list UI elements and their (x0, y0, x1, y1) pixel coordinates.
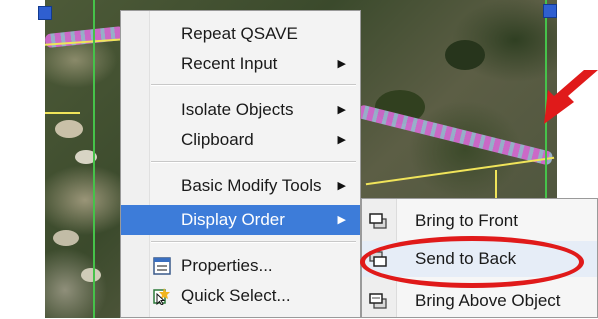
menu-item-label: Basic Modify Tools (181, 176, 322, 195)
rooftop (81, 268, 101, 282)
annotation-ellipse (360, 236, 584, 288)
menu-item-label: Quick Select... (181, 286, 291, 305)
menu-item-clipboard[interactable]: Clipboard ▶ (121, 125, 360, 155)
submenu-arrow-icon: ▶ (337, 180, 346, 192)
road-hatch (356, 104, 554, 166)
submenu-arrow-icon: ▶ (337, 104, 346, 116)
menu-item-label: Clipboard (181, 130, 254, 149)
rooftop (55, 120, 83, 138)
menu-item-label: Recent Input (181, 54, 278, 73)
red-arrow (544, 70, 598, 124)
bring-to-front-icon (369, 213, 387, 229)
menu-item-label: Isolate Objects (181, 100, 294, 119)
menu-separator (151, 84, 356, 86)
menu-item-isolate-objects[interactable]: Isolate Objects ▶ (121, 95, 360, 125)
quick-select-icon (153, 288, 170, 305)
yellow-polyline (45, 112, 80, 114)
submenu-item-label: Bring to Front (415, 211, 518, 230)
menu-item-quick-select[interactable]: Quick Select... (121, 281, 360, 311)
menu-item-properties[interactable]: Properties... (121, 251, 360, 281)
tree-cluster (445, 40, 485, 70)
menu-item-basic-modify-tools[interactable]: Basic Modify Tools ▶ (121, 171, 360, 201)
submenu-item-label: Bring Above Object (415, 291, 561, 310)
menu-item-recent-input[interactable]: Recent Input ▶ (121, 49, 360, 79)
menu-item-label: Properties... (181, 256, 273, 275)
yellow-polyline (365, 156, 555, 186)
submenu-arrow-icon: ▶ (337, 134, 346, 146)
grip-handle[interactable] (543, 4, 557, 18)
submenu-item-bring-above-object[interactable]: Bring Above Object (362, 283, 597, 319)
menu-item-repeat-qsave[interactable]: Repeat QSAVE (121, 19, 360, 49)
menu-separator (151, 161, 356, 163)
submenu-item-bring-to-front[interactable]: Bring to Front (362, 203, 597, 239)
submenu-arrow-icon: ▶ (337, 58, 346, 70)
menu-separator (151, 241, 356, 243)
grip-handle[interactable] (38, 6, 52, 20)
submenu-arrow-icon: ▶ (337, 214, 346, 226)
bring-above-object-icon (369, 293, 387, 309)
properties-icon (153, 257, 171, 275)
menu-item-label: Display Order (181, 210, 285, 229)
context-menu: Repeat QSAVE Recent Input ▶ Isolate Obje… (120, 10, 361, 318)
green-boundary-line (93, 0, 95, 318)
menu-item-label: Repeat QSAVE (181, 24, 298, 43)
rooftop (53, 230, 79, 246)
menu-item-display-order[interactable]: Display Order ▶ (121, 205, 360, 235)
